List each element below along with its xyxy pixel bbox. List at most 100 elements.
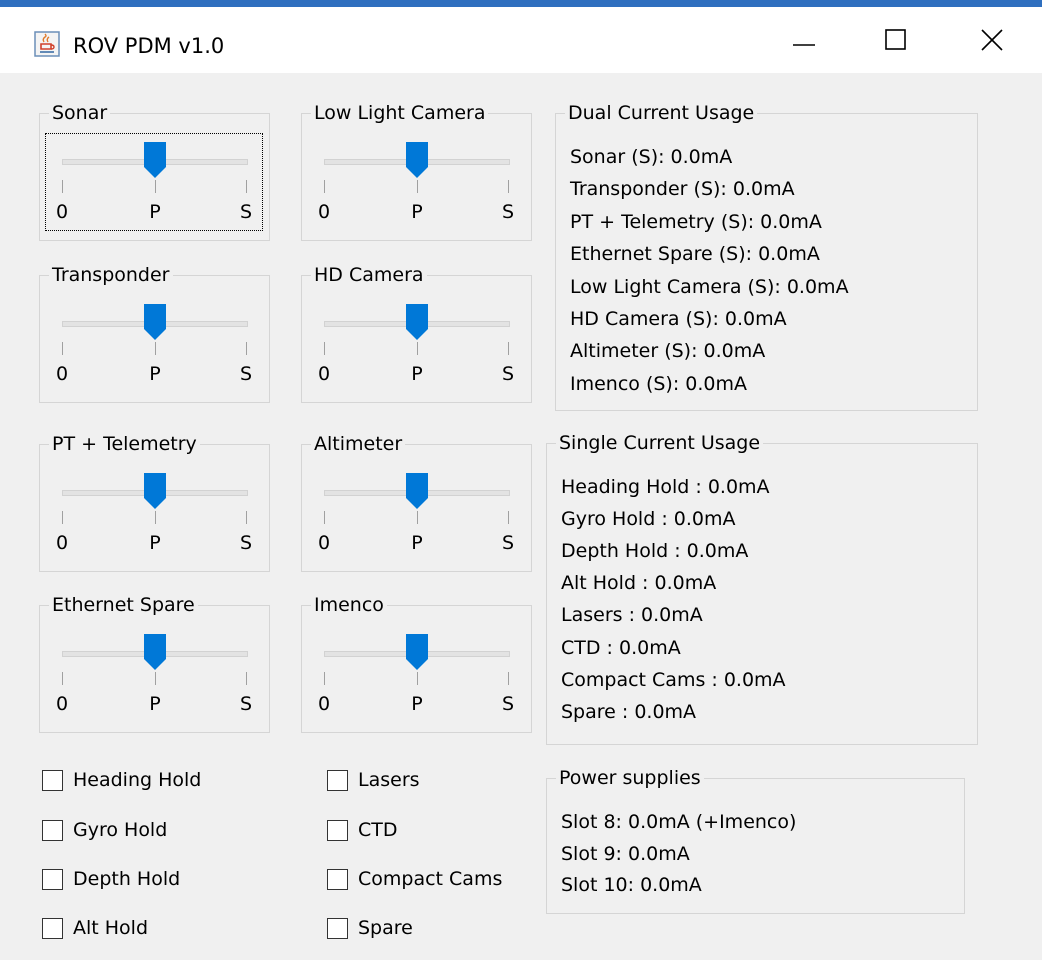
checkbox-label[interactable]: Spare <box>358 915 413 941</box>
close-button[interactable] <box>946 7 1038 73</box>
slider-group: Low Light Camera 0 P S <box>301 100 532 241</box>
slider-thumb[interactable] <box>143 303 167 341</box>
window-title: ROV PDM v1.0 <box>73 34 225 58</box>
single-usage-line: Compact Cams : 0.0mA <box>561 668 786 691</box>
checkbox-label[interactable]: Alt Hold <box>73 915 148 941</box>
slider-tick-label: 0 <box>55 693 69 715</box>
checkbox-heading-hold[interactable]: Heading Hold <box>42 767 201 793</box>
slider-group: Imenco 0 P S <box>301 592 532 733</box>
java-cup-icon <box>34 31 60 57</box>
slider-tick <box>324 672 325 685</box>
slider-tick-label: 0 <box>317 363 331 385</box>
checkbox-lasers[interactable]: Lasers <box>327 767 420 793</box>
slider-tick-label: S <box>239 532 253 554</box>
dual-usage-line: Imenco (S): 0.0mA <box>570 372 748 395</box>
dual-current-usage-group: Dual Current Usage Sonar (S): 0.0mA Trans… <box>555 100 978 411</box>
mode-slider[interactable]: 0 P S <box>302 114 531 240</box>
single-current-usage-group: Single Current Usage Heading Hold : 0.0m… <box>546 430 978 745</box>
checkbox-gyro-hold[interactable]: Gyro Hold <box>42 817 167 843</box>
slider-tick-label: P <box>411 693 423 715</box>
checkbox-label[interactable]: Heading Hold <box>73 767 201 793</box>
slider-tick <box>155 511 156 524</box>
checkbox-spare[interactable]: Spare <box>327 915 413 941</box>
checkbox-label[interactable]: CTD <box>358 817 398 843</box>
checkbox-box[interactable] <box>327 819 348 841</box>
slider-tick <box>508 342 509 355</box>
checkbox-box[interactable] <box>42 769 63 791</box>
single-usage-line: Alt Hold : 0.0mA <box>561 572 717 595</box>
slider-thumb[interactable] <box>143 472 167 510</box>
single-current-usage-title: Single Current Usage <box>556 430 764 456</box>
slider-tick-label: S <box>501 693 515 715</box>
mode-slider[interactable]: 0 P S <box>302 606 531 732</box>
slider-tick <box>508 672 509 685</box>
slider-tick-label: P <box>149 532 161 554</box>
power-usage-line: Slot 10: 0.0mA <box>561 874 702 896</box>
slider-thumb[interactable] <box>143 633 167 671</box>
maximize-button[interactable] <box>850 7 942 73</box>
single-usage-line: Gyro Hold : 0.0mA <box>561 508 736 531</box>
slider-tick <box>417 342 418 355</box>
slider-thumb[interactable] <box>405 303 429 341</box>
window-top-border <box>0 0 1042 7</box>
slider-tick-label: P <box>149 363 161 385</box>
dual-usage-line: Transponder (S): 0.0mA <box>570 178 795 201</box>
mode-slider[interactable]: 0 P S <box>40 276 269 402</box>
checkbox-alt-hold[interactable]: Alt Hold <box>42 915 148 941</box>
slider-tick-label: S <box>239 693 253 715</box>
slider-thumb[interactable] <box>143 141 167 179</box>
slider-tick-label: 0 <box>55 201 69 223</box>
checkbox-compact-cams[interactable]: Compact Cams <box>327 866 502 892</box>
mode-slider[interactable]: 0 P S <box>40 606 269 732</box>
checkbox-depth-hold[interactable]: Depth Hold <box>42 866 180 892</box>
slider-tick-label: P <box>411 363 423 385</box>
checkbox-box[interactable] <box>42 868 63 890</box>
slider-tick-label: 0 <box>317 532 331 554</box>
slider-tick-label: S <box>501 532 515 554</box>
single-usage-line: Spare : 0.0mA <box>561 700 697 723</box>
mode-slider[interactable]: 0 P S <box>40 114 269 240</box>
slider-group: Ethernet Spare 0 P S <box>39 592 270 733</box>
power-usage-line: Slot 9: 0.0mA <box>561 842 690 865</box>
dual-usage-line: PT + Telemetry (S): 0.0mA <box>570 210 822 233</box>
checkbox-box[interactable] <box>42 917 63 939</box>
single-usage-line: Depth Hold : 0.0mA <box>561 540 749 563</box>
dual-current-usage-title: Dual Current Usage <box>565 100 758 126</box>
slider-tick-label: 0 <box>55 532 69 554</box>
slider-thumb[interactable] <box>405 633 429 671</box>
power-supplies-group: Power supplies Slot 8: 0.0mA (+Imenco) Sl… <box>546 765 965 914</box>
checkbox-box[interactable] <box>327 868 348 890</box>
checkbox-label[interactable]: Depth Hold <box>73 866 180 892</box>
dual-usage-line: Sonar (S): 0.0mA <box>570 146 733 168</box>
slider-tick <box>246 180 247 193</box>
checkbox-box[interactable] <box>42 819 63 841</box>
slider-tick-label: S <box>501 201 515 223</box>
minimize-button[interactable] <box>758 7 850 73</box>
slider-tick-label: 0 <box>317 201 331 223</box>
slider-thumb[interactable] <box>405 141 429 179</box>
checkbox-label[interactable]: Compact Cams <box>358 866 502 892</box>
checkbox-box[interactable] <box>327 917 348 939</box>
single-usage-line: Lasers : 0.0mA <box>561 604 703 627</box>
slider-tick-label: S <box>239 363 253 385</box>
checkbox-ctd[interactable]: CTD <box>327 817 398 843</box>
slider-tick <box>324 180 325 193</box>
slider-tick <box>417 672 418 685</box>
mode-slider[interactable]: 0 P S <box>302 445 531 571</box>
slider-tick-label: S <box>239 201 253 223</box>
slider-tick <box>155 672 156 685</box>
slider-tick <box>62 672 63 685</box>
slider-tick <box>62 180 63 193</box>
checkbox-label[interactable]: Gyro Hold <box>73 817 167 843</box>
slider-group: PT + Telemetry 0 P S <box>39 431 270 572</box>
mode-slider[interactable]: 0 P S <box>302 276 531 402</box>
checkbox-box[interactable] <box>327 769 348 791</box>
slider-thumb[interactable] <box>405 472 429 510</box>
checkbox-label[interactable]: Lasers <box>358 767 420 793</box>
slider-tick-label: 0 <box>317 693 331 715</box>
slider-tick <box>62 342 63 355</box>
minimize-icon <box>793 44 815 46</box>
mode-slider[interactable]: 0 P S <box>40 445 269 571</box>
slider-group: HD Camera 0 P S <box>301 262 532 403</box>
slider-tick <box>246 342 247 355</box>
